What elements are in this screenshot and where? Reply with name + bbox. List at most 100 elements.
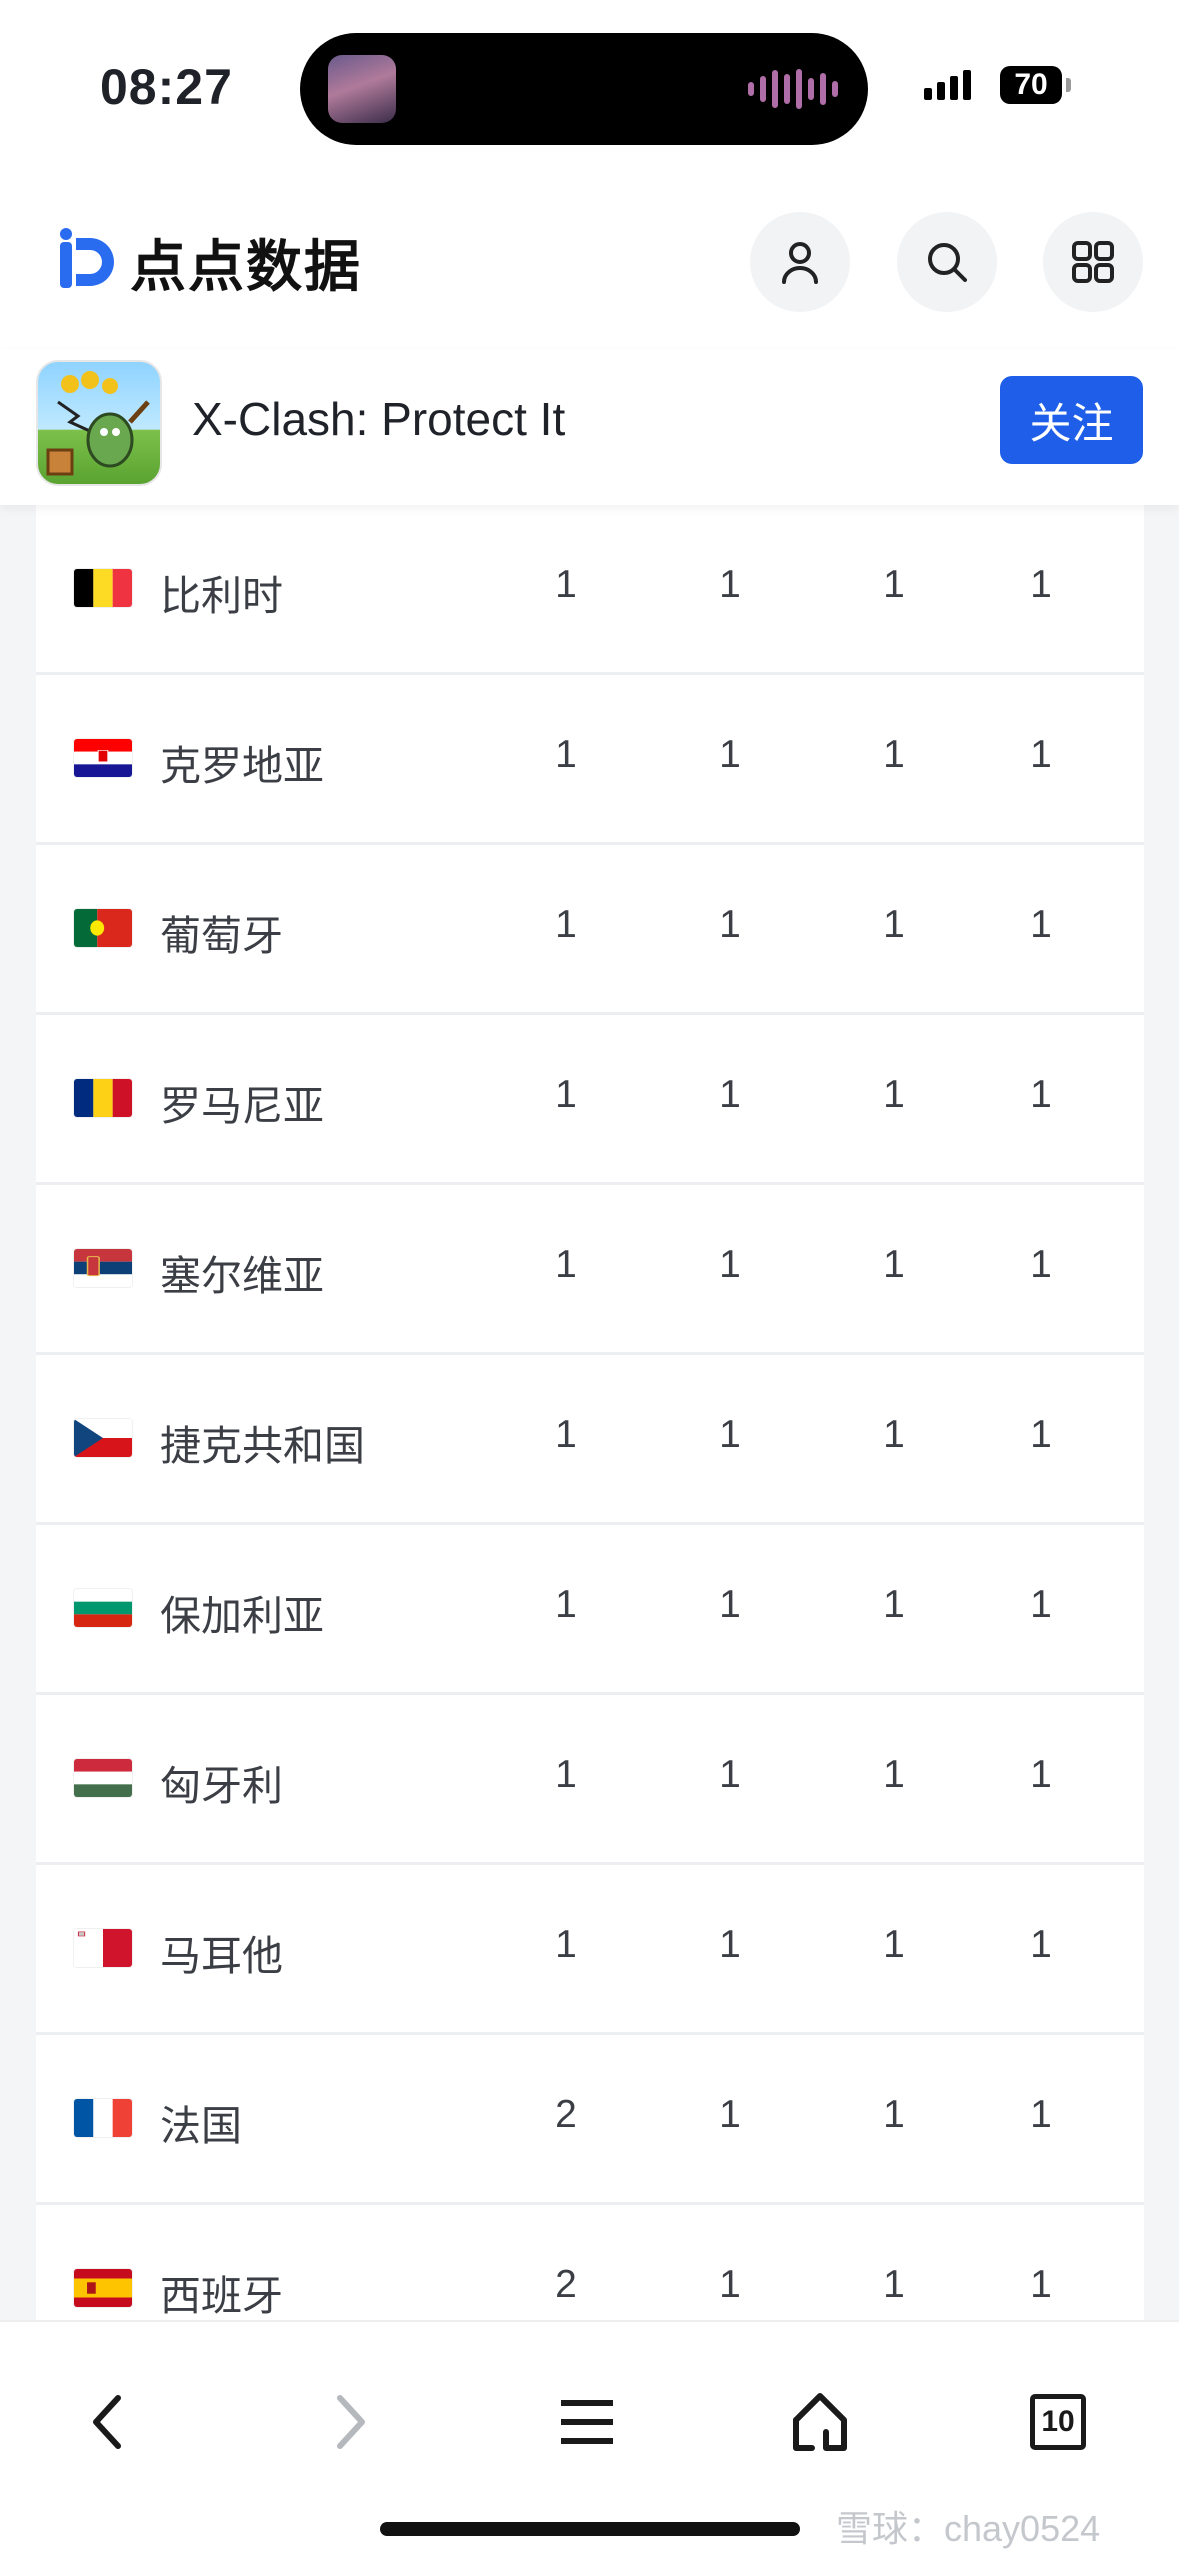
watermark: 雪球：chay0524 [836, 2508, 1101, 2549]
battery-icon: 70 [1000, 66, 1062, 104]
france-flag-icon [74, 2099, 132, 2137]
rank-cell: 1 [883, 1583, 905, 1626]
rank-cell: 2 [555, 2093, 577, 2136]
game-artwork [46, 371, 150, 476]
rank-cell: 1 [883, 1923, 905, 1966]
app-name: X-Clash: Protect It [192, 393, 566, 445]
table-row[interactable]: 克罗地亚 1 1 1 1 [36, 675, 1144, 845]
rank-cell: 1 [883, 903, 905, 946]
country-name: 葡萄牙 [160, 913, 283, 959]
rank-cell: 1 [1030, 2093, 1052, 2136]
status-bar: 08:27 70 [0, 0, 1179, 170]
czech-flag-icon [74, 1419, 132, 1457]
apps-menu-button[interactable] [1043, 212, 1143, 312]
rank-cell: 1 [555, 1243, 577, 1286]
rank-cell: 1 [719, 903, 741, 946]
search-button[interactable] [897, 212, 997, 312]
rank-cell: 2 [555, 2263, 577, 2306]
app-bar: X-Clash: Protect It 关注 [0, 350, 1179, 505]
table-row[interactable]: 法国 2 1 1 1 [36, 2035, 1144, 2205]
back-button[interactable] [58, 2372, 158, 2472]
rank-cell: 1 [1030, 733, 1052, 776]
rank-cell: 1 [719, 1583, 741, 1626]
battery-tip [1066, 78, 1071, 92]
rank-cell: 1 [883, 2093, 905, 2136]
table-row[interactable]: 匈牙利 1 1 1 1 [36, 1695, 1144, 1865]
rank-cell: 1 [1030, 2263, 1052, 2306]
rank-cell: 1 [883, 1753, 905, 1796]
menu-button[interactable] [537, 2372, 637, 2472]
country-name: 塞尔维亚 [160, 1253, 324, 1299]
country-name: 比利时 [160, 573, 283, 619]
country-name: 保加利亚 [160, 1593, 324, 1639]
dynamic-island[interactable] [300, 33, 868, 145]
croatia-flag-icon [74, 739, 132, 777]
country-name: 西班牙 [160, 2273, 283, 2319]
table-row[interactable]: 保加利亚 1 1 1 1 [36, 1525, 1144, 1695]
audio-waveform-icon [748, 69, 838, 109]
diandian-logo-icon[interactable] [58, 228, 122, 292]
rank-cell: 1 [883, 1073, 905, 1116]
rank-cell: 1 [555, 903, 577, 946]
bulgaria-flag-icon [74, 1589, 132, 1627]
site-header: 点点数据 [0, 170, 1179, 350]
table-row[interactable]: 葡萄牙 1 1 1 1 [36, 845, 1144, 1015]
home-button[interactable] [770, 2372, 870, 2472]
country-name: 马耳他 [160, 1933, 283, 1979]
rank-cell: 1 [883, 563, 905, 606]
table-row[interactable]: 马耳他 1 1 1 1 [36, 1865, 1144, 2035]
rank-cell: 1 [883, 1413, 905, 1456]
tab-count-icon: 10 [1030, 2394, 1086, 2450]
rank-cell: 1 [555, 733, 577, 776]
serbia-flag-icon [74, 1249, 132, 1287]
home-icon [793, 2393, 847, 2451]
rank-cell: 1 [719, 2263, 741, 2306]
rank-cell: 1 [555, 1073, 577, 1116]
table-row[interactable]: 罗马尼亚 1 1 1 1 [36, 1015, 1144, 1185]
table-row[interactable]: 比利时 1 1 1 1 [36, 505, 1144, 675]
portugal-flag-icon [74, 909, 132, 947]
rank-cell: 1 [719, 1073, 741, 1116]
user-button[interactable] [750, 212, 850, 312]
table-row[interactable]: 塞尔维亚 1 1 1 1 [36, 1185, 1144, 1355]
site-logo-text[interactable]: 点点数据 [130, 222, 362, 303]
rank-cell: 1 [883, 1243, 905, 1286]
tabs-button[interactable]: 10 [1008, 2372, 1108, 2472]
cellular-signal-icon [924, 70, 971, 100]
country-name: 法国 [160, 2103, 242, 2149]
rank-cell: 1 [555, 1923, 577, 1966]
app-icon[interactable] [36, 360, 162, 486]
rank-cell: 1 [719, 563, 741, 606]
follow-button[interactable]: 关注 [1000, 376, 1143, 464]
country-ranking-table: 比利时 1 1 1 1 克罗地亚 1 1 1 1 葡萄牙 1 1 1 1 罗马尼… [36, 505, 1144, 2320]
rank-cell: 1 [1030, 903, 1052, 946]
rank-cell: 1 [1030, 1923, 1052, 1966]
rank-cell: 1 [883, 2263, 905, 2306]
user-icon [782, 242, 818, 284]
table-row[interactable]: 西班牙 2 1 1 1 [36, 2205, 1144, 2320]
rank-cell: 1 [1030, 1243, 1052, 1286]
home-indicator[interactable] [380, 2522, 800, 2536]
country-name: 克罗地亚 [160, 743, 324, 789]
rank-cell: 1 [1030, 1073, 1052, 1116]
rank-cell: 1 [1030, 1753, 1052, 1796]
belgium-flag-icon [74, 569, 132, 607]
rank-cell: 1 [1030, 563, 1052, 606]
chevron-left-icon [93, 2395, 121, 2449]
browser-toolbar: 10 雪球：chay0524 [0, 2320, 1179, 2558]
malta-flag-icon [74, 1929, 132, 1967]
table-row[interactable]: 捷克共和国 1 1 1 1 [36, 1355, 1144, 1525]
rank-cell: 1 [555, 1583, 577, 1626]
rank-cell: 1 [719, 1923, 741, 1966]
hamburger-menu-icon [561, 2400, 613, 2444]
rank-cell: 1 [719, 1753, 741, 1796]
hungary-flag-icon [74, 1759, 132, 1797]
country-name: 罗马尼亚 [160, 1083, 324, 1129]
forward-button[interactable] [300, 2372, 400, 2472]
country-name: 捷克共和国 [160, 1423, 365, 1469]
rank-cell: 1 [719, 733, 741, 776]
clock: 08:27 [100, 59, 233, 115]
rank-cell: 1 [555, 563, 577, 606]
romania-flag-icon [74, 1079, 132, 1117]
rank-cell: 1 [719, 1243, 741, 1286]
